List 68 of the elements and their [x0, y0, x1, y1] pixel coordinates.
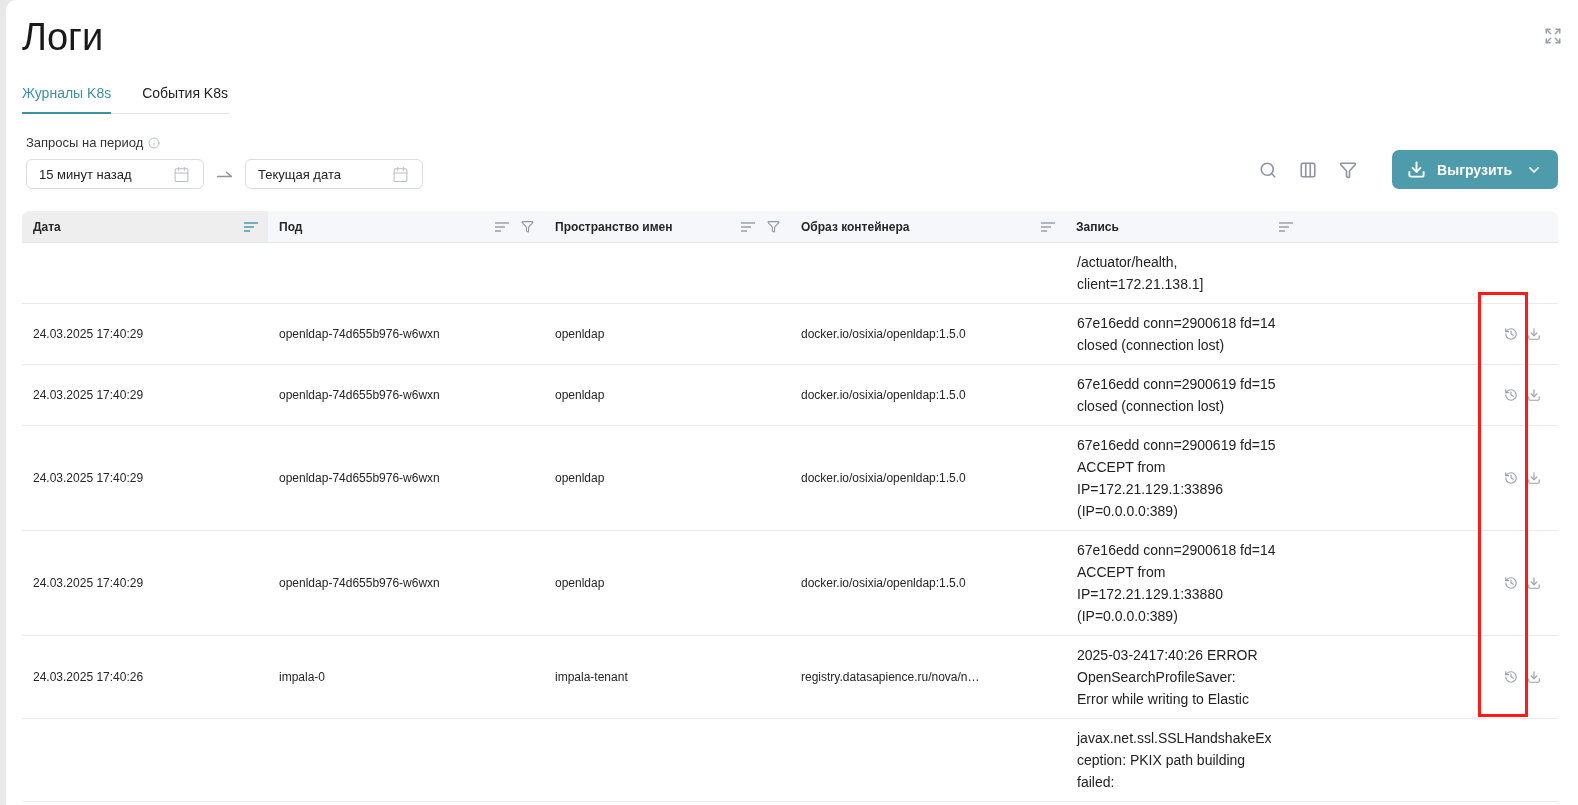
date-cell: 24.03.2025 17:40:26 — [33, 670, 144, 684]
image-cell: docker.io/osixia/openldap:1.5.0 — [801, 327, 966, 341]
download-icon[interactable] — [1527, 471, 1541, 485]
column-title: Под — [279, 219, 304, 234]
download-icon[interactable] — [1527, 670, 1541, 684]
history-icon[interactable] — [1504, 670, 1518, 684]
image-cell: docker.io/osixia/openldap:1.5.0 — [801, 471, 966, 485]
column-header[interactable]: Пространство имен — [544, 211, 790, 242]
sort-icon[interactable] — [741, 221, 755, 232]
search-icon[interactable] — [1259, 160, 1278, 179]
history-icon[interactable] — [1504, 327, 1518, 341]
pod-cell: impala-0 — [279, 670, 326, 684]
namespace-cell: openldap — [555, 576, 605, 590]
record-cell-text: /actuator/health, client=172.21.138.1] — [1076, 253, 1205, 294]
sort-icon[interactable] — [244, 221, 258, 232]
pod-cell: openldap-74d655b976-w6wxn — [279, 576, 440, 590]
filter-icon[interactable] — [521, 220, 534, 233]
column-header[interactable]: Под — [268, 211, 544, 242]
expand-icon[interactable] — [1544, 27, 1562, 45]
download-icon[interactable] — [1527, 388, 1541, 402]
pod-cell: openldap-74d655b976-w6wxn — [279, 327, 440, 341]
sort-icon[interactable] — [1279, 221, 1293, 232]
sort-icon[interactable] — [495, 221, 509, 232]
history-icon[interactable] — [1504, 471, 1518, 485]
filter-icon[interactable] — [1339, 160, 1358, 179]
download-icon[interactable] — [1527, 327, 1541, 341]
image-cell: docker.io/osixia/openldap:1.5.0 — [801, 576, 966, 590]
date-cell: 24.03.2025 17:40:29 — [33, 327, 144, 341]
namespace-cell: openldap — [555, 327, 605, 341]
pod-cell: openldap-74d655b976-w6wxn — [279, 388, 440, 402]
columns-icon[interactable] — [1299, 160, 1318, 179]
column-title: Образ контейнера — [801, 219, 911, 234]
column-header[interactable]: Дата — [22, 211, 268, 242]
download-icon — [1407, 160, 1427, 179]
filter-icon[interactable] — [767, 220, 780, 233]
calendar-icon — [173, 165, 190, 183]
namespace-cell: openldap — [555, 471, 605, 485]
column-title: Дата — [33, 219, 62, 234]
tab[interactable]: Журналы K8s — [22, 84, 112, 114]
column-header[interactable]: Запись — [1065, 211, 1303, 242]
column-title: Запись — [1076, 219, 1120, 234]
tab[interactable]: События K8s — [142, 84, 228, 114]
calendar-icon — [392, 165, 409, 183]
pod-cell: openldap-74d655b976-w6wxn — [279, 471, 440, 485]
history-icon[interactable] — [1504, 576, 1518, 590]
history-icon[interactable] — [1504, 388, 1518, 402]
record-cell-text: 67e16edd conn=2900618 fd=14 ACCEPT from IP=172.21.129.1:33880 (IP=0.0.0.0:389) — [1076, 541, 1277, 626]
record-cell-text: 67e16edd conn=2900618 fd=14 closed (connection lost) — [1076, 314, 1277, 355]
record-cell-text: 67e16edd conn=2900619 fd=15 closed (connection lost) — [1076, 375, 1277, 416]
date-cell: 24.03.2025 17:40:29 — [33, 388, 144, 402]
date-from-field[interactable]: 15 минут назад — [26, 159, 204, 189]
info-icon[interactable] — [148, 137, 161, 149]
image-cell: registry.datasapience.ru/nova/n… — [801, 670, 980, 684]
record-cell-text: javax.net.ssl.SSLHandshakeEx ception: PKIX path building failed: — [1075, 729, 1273, 792]
namespace-cell: impala-tenant — [555, 670, 628, 684]
column-header[interactable]: Образ контейнера — [790, 211, 1065, 242]
record-cell-text: 2025-03-2417:40:26 ERROR OpenSearchProfileSaver: Error while writing to Elastic — [1076, 646, 1259, 709]
column-title: Пространство имен — [555, 219, 674, 234]
sort-icon[interactable] — [1041, 221, 1055, 232]
download-icon[interactable] — [1527, 576, 1541, 590]
date-to-field[interactable]: Текущая дата — [245, 159, 423, 189]
page-title: Логи — [22, 15, 104, 59]
image-cell: docker.io/osixia/openldap:1.5.0 — [801, 388, 966, 402]
date-cell: 24.03.2025 17:40:29 — [33, 576, 144, 590]
date-cell: 24.03.2025 17:40:29 — [33, 471, 144, 485]
namespace-cell: openldap — [555, 388, 605, 402]
record-cell-text: 67e16edd conn=2900619 fd=15 ACCEPT from IP=172.21.129.1:33896 (IP=0.0.0.0:389) — [1076, 436, 1277, 521]
period-label: Запросы на период — [26, 135, 144, 151]
